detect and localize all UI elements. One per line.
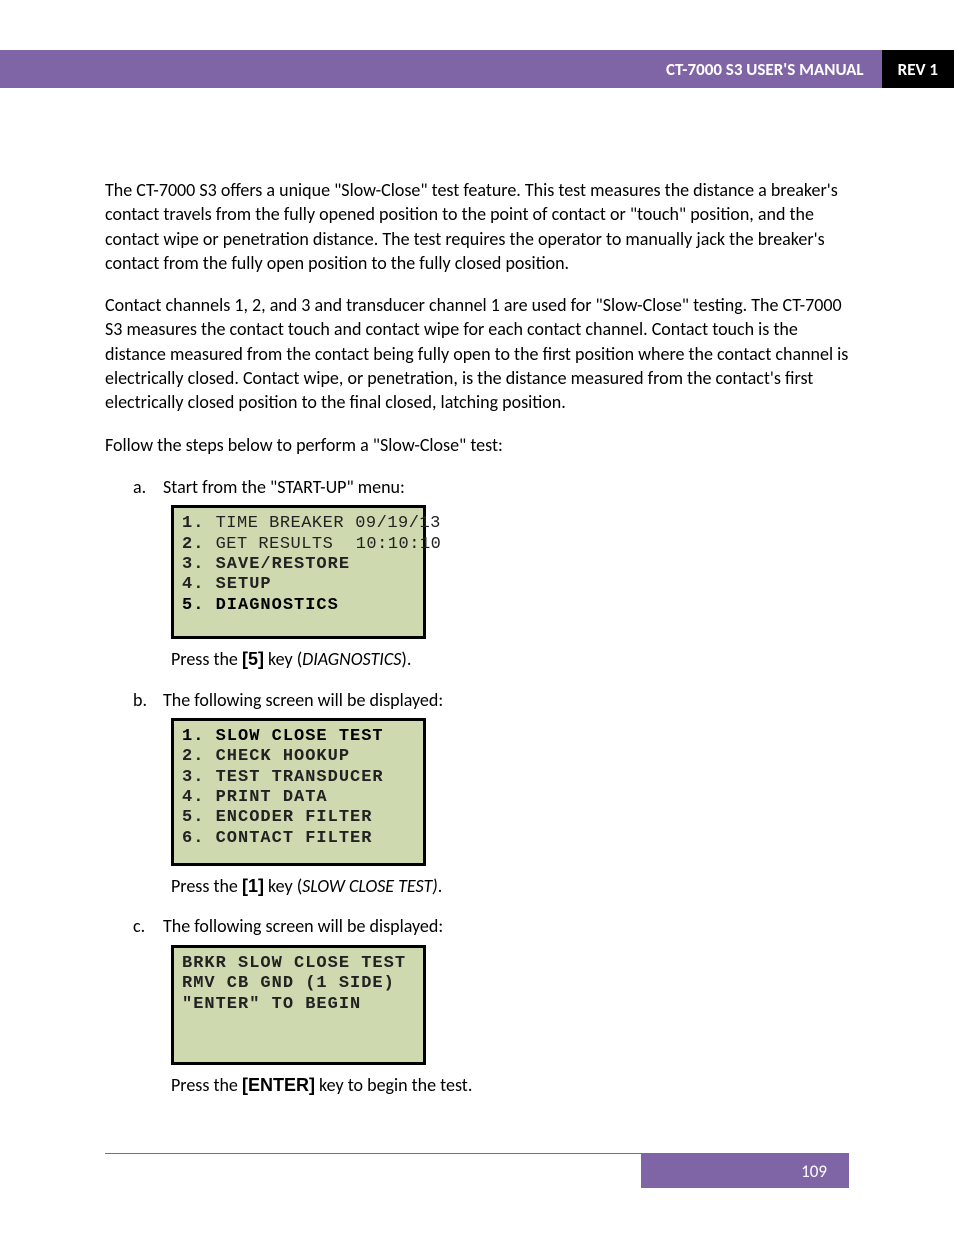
step-b-text: The following screen will be displayed: (163, 689, 443, 711)
step-b-marker: b. (133, 688, 163, 712)
header-title: CT-7000 S3 USER'S MANUAL (666, 59, 864, 80)
step-b: b.The following screen will be displayed… (133, 688, 849, 899)
diag-label-a: DIAGNOSTICS (302, 648, 401, 670)
intro-paragraph-1: The CT-7000 S3 offers a unique "Slow-Clo… (105, 178, 849, 275)
step-c-instruction: Press the [ENTER] key to begin the test. (171, 1073, 849, 1097)
lcd-screen-startup: 1. TIME BREAKER 09/19/132. GET RESULTS 1… (171, 505, 426, 639)
step-b-instruction: Press the [1] key (SLOW CLOSE TEST). (171, 874, 849, 898)
step-c: c.The following screen will be displayed… (133, 914, 849, 1097)
lcd-a-line4: 4. SETUP (182, 575, 415, 595)
lcd-b-line3: 3. TEST TRANSDUCER (182, 768, 415, 788)
footer-spacer (105, 1154, 641, 1188)
lcd-b-line5: 5. ENCODER FILTER (182, 808, 415, 828)
page-content: The CT-7000 S3 offers a unique "Slow-Clo… (0, 88, 954, 1153)
step-c-marker: c. (133, 914, 163, 938)
key-enter: [ENTER] (242, 1075, 315, 1095)
key-1: [1] (242, 876, 264, 896)
lcd-a-line3: 3. SAVE/RESTORE (182, 555, 415, 575)
lcd-screen-slowclose: BRKR SLOW CLOSE TESTRMV CB GND (1 SIDE)"… (171, 945, 426, 1065)
lcd-b-line2: 2. CHECK HOOKUP (182, 747, 415, 767)
intro-paragraph-3: Follow the steps below to perform a "Slo… (105, 433, 849, 457)
step-a-instruction: Press the [5] key (DIAGNOSTICS). (171, 647, 849, 671)
page-footer: 109 (105, 1153, 849, 1188)
steps-list: a.Start from the "START-UP" menu: 1. TIM… (105, 475, 849, 1097)
diag-label-b: SLOW CLOSE TEST) (302, 875, 438, 897)
header-rev: REV 1 (898, 59, 938, 80)
page-header: CT-7000 S3 USER'S MANUAL REV 1 (0, 50, 954, 88)
step-c-text: The following screen will be displayed: (163, 915, 443, 937)
lcd-b-line6: 6. CONTACT FILTER (182, 829, 415, 849)
header-title-bar: CT-7000 S3 USER'S MANUAL (0, 50, 882, 88)
page-number: 109 (801, 1161, 827, 1182)
step-a: a.Start from the "START-UP" menu: 1. TIM… (133, 475, 849, 672)
lcd-b-line1: 1. SLOW CLOSE TEST (182, 727, 415, 747)
header-rev-box: REV 1 (882, 50, 954, 88)
footer-page-box: 109 (641, 1154, 849, 1188)
lcd-a-line2: 2. GET RESULTS 10:10:10 (182, 535, 415, 555)
lcd-c-line2: RMV CB GND (1 SIDE) (182, 974, 415, 994)
lcd-screen-diagnostics: 1. SLOW CLOSE TEST2. CHECK HOOKUP3. TEST… (171, 718, 426, 866)
lcd-b-line4: 4. PRINT DATA (182, 788, 415, 808)
lcd-a-line5: 5. DIAGNOSTICS (182, 596, 415, 616)
lcd-c-line5: "ENTER" TO BEGIN (182, 995, 415, 1015)
lcd-c-line1: BRKR SLOW CLOSE TEST (182, 954, 415, 974)
intro-paragraph-2: Contact channels 1, 2, and 3 and transdu… (105, 293, 849, 414)
step-a-marker: a. (133, 475, 163, 499)
lcd-a-line1: 1. TIME BREAKER 09/19/13 (182, 514, 415, 534)
key-5: [5] (242, 649, 264, 669)
step-a-text: Start from the "START-UP" menu: (163, 476, 405, 498)
